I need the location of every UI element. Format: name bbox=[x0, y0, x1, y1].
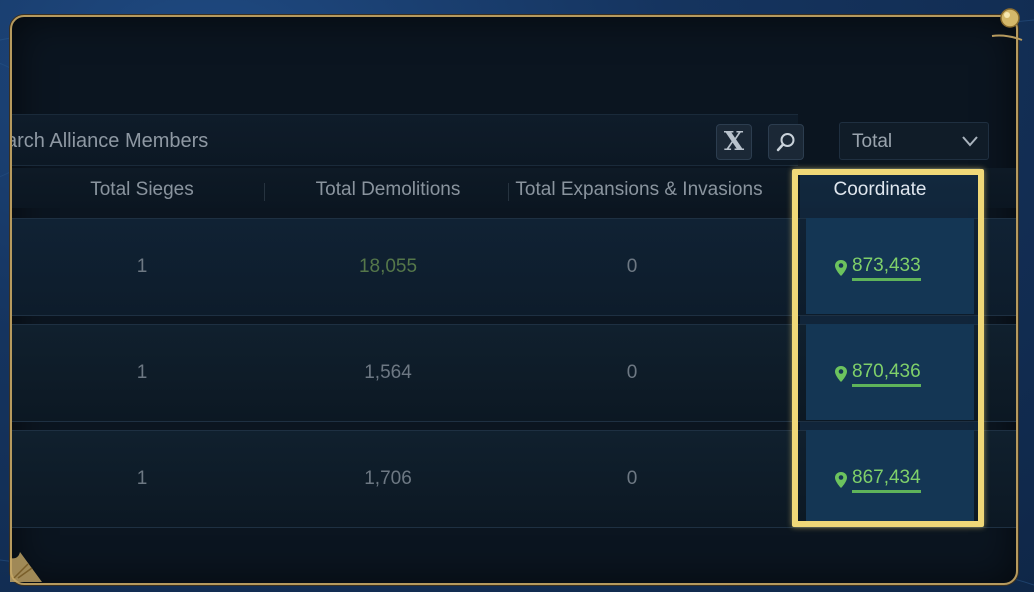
header-total-sieges[interactable]: Total Sieges bbox=[90, 179, 194, 201]
filter-dropdown[interactable]: Total bbox=[839, 122, 989, 160]
coordinate-value[interactable]: 870,436 bbox=[852, 361, 921, 387]
search-icon bbox=[776, 133, 795, 152]
header-divider bbox=[264, 183, 265, 201]
chevron-down-icon bbox=[962, 136, 978, 147]
coordinate-value[interactable]: 873,433 bbox=[852, 255, 921, 281]
coordinate-value[interactable]: 867,434 bbox=[852, 467, 921, 493]
header-coordinate[interactable]: Coordinate bbox=[834, 179, 927, 201]
cell-total-expansions: 0 bbox=[626, 468, 638, 489]
cell-total-expansions: 0 bbox=[626, 362, 638, 383]
map-pin-icon bbox=[835, 260, 847, 276]
header-total-expansions-invasions[interactable]: Total Expansions & Invasions bbox=[515, 179, 762, 201]
coordinate-link[interactable]: 870,436 bbox=[834, 361, 921, 387]
header-divider bbox=[508, 183, 509, 201]
header-total-demolitions[interactable]: Total Demolitions bbox=[316, 179, 461, 201]
coordinate-link[interactable]: 867,434 bbox=[834, 467, 921, 493]
cell-total-sieges: 1 bbox=[136, 468, 148, 489]
search-button[interactable] bbox=[768, 124, 804, 160]
cell-total-demolitions: 18,055 bbox=[358, 256, 418, 277]
map-pin-icon bbox=[835, 472, 847, 488]
clear-x-icon: X bbox=[723, 127, 745, 157]
alliance-members-panel: arch Alliance Members X Total Total Sieg… bbox=[10, 15, 1018, 585]
cell-total-demolitions: 1,706 bbox=[364, 468, 412, 489]
search-input[interactable]: arch Alliance Members bbox=[12, 130, 208, 153]
cell-total-demolitions: 1,564 bbox=[364, 362, 412, 383]
cell-total-expansions: 0 bbox=[626, 256, 638, 277]
cell-total-sieges: 1 bbox=[136, 256, 148, 277]
coordinate-link[interactable]: 873,433 bbox=[834, 255, 921, 281]
cell-total-sieges: 1 bbox=[136, 362, 148, 383]
filter-dropdown-value: Total bbox=[852, 131, 893, 152]
clear-search-button[interactable]: X bbox=[716, 124, 752, 160]
map-pin-icon bbox=[835, 366, 847, 382]
